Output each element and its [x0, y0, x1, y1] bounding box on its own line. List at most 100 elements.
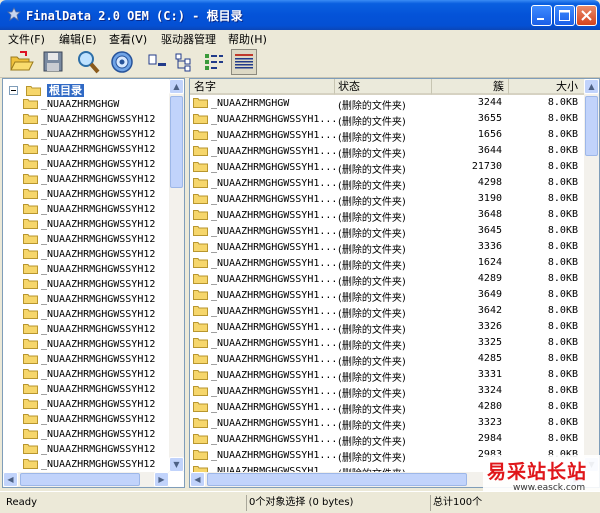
- list-scroll-left-icon[interactable]: ◀: [190, 472, 205, 487]
- save-button[interactable]: [40, 49, 66, 75]
- folder-icon: [23, 144, 38, 154]
- tree-vertical-scrollbar[interactable]: ▲ ▼: [169, 79, 184, 472]
- list-vertical-scrollbar[interactable]: ▲ ▼: [584, 79, 599, 472]
- tree-item[interactable]: _NUAAZHRMGHGWSSYH12: [23, 308, 155, 323]
- menu-help[interactable]: 帮助(H): [228, 31, 267, 47]
- list-row[interactable]: _NUAAZHRMGHGWSSYH1... (删除的文件夹) 3325 8.0KB: [190, 336, 585, 352]
- list-scroll-thumb[interactable]: [585, 96, 598, 156]
- menu-edit[interactable]: 编辑(E): [59, 31, 97, 47]
- scroll-up-icon[interactable]: ▲: [169, 79, 184, 94]
- menu-file[interactable]: 文件(F): [8, 31, 45, 47]
- list-row[interactable]: _NUAAZHRMGHGWSSYH1... (删除的文件夹) 1624 8.0KB: [190, 256, 585, 272]
- tree-item[interactable]: _NUAAZHRMGHGWSSYH12: [23, 443, 155, 458]
- list-row[interactable]: _NUAAZHRMGHGWSSYH1... (删除的文件夹) 1656 8.0KB: [190, 128, 585, 144]
- list-row[interactable]: _NUAAZHRMGHGWSSYH1... (删除的文件夹) 4285 8.0KB: [190, 352, 585, 368]
- collapse-icon[interactable]: [9, 86, 18, 95]
- tree-item[interactable]: _NUAAZHRMGHGWSSYH12: [23, 143, 155, 158]
- tree-view-button[interactable]: [172, 49, 198, 75]
- search-button[interactable]: [75, 49, 101, 75]
- list-row[interactable]: _NUAAZHRMGHGW (删除的文件夹) 3244 8.0KB: [190, 96, 585, 112]
- tree-item[interactable]: _NUAAZHRMGHGWSSYH12: [23, 203, 155, 218]
- tree-item[interactable]: _NUAAZHRMGHGWSSYH12: [23, 458, 155, 473]
- row-name-text: _NUAAZHRMGHGWSSYH1...: [211, 370, 338, 381]
- folder-icon: [23, 219, 38, 229]
- row-status: (删除的文件夹): [338, 357, 406, 368]
- list-row[interactable]: _NUAAZHRMGHGWSSYH1... (删除的文件夹) 4280 8.0KB: [190, 400, 585, 416]
- close-button[interactable]: [576, 5, 597, 26]
- tree-item[interactable]: _NUAAZHRMGHGWSSYH12: [23, 398, 155, 413]
- menu-drive-manager[interactable]: 驱动器管理: [161, 31, 216, 47]
- row-cluster: 3331: [477, 369, 502, 380]
- tree-item[interactable]: _NUAAZHRMGHGWSSYH12: [23, 293, 155, 308]
- minimize-button[interactable]: [531, 5, 552, 26]
- folder-tree-pane[interactable]: 根目录 _NUAAZHRMGHGW _NUAAZHRMGHGWSSYH12 _NUA…: [2, 78, 185, 488]
- list-row[interactable]: _NUAAZHRMGHGWSSYH1... (删除的文件夹) 3649 8.0KB: [190, 288, 585, 304]
- list-row[interactable]: _NUAAZHRMGHGWSSYH1... (删除的文件夹) 3644 8.0KB: [190, 144, 585, 160]
- list-row[interactable]: _NUAAZHRMGHGWSSYH1... (删除的文件夹) 3642 8.0KB: [190, 304, 585, 320]
- list-row[interactable]: _NUAAZHRMGHGWSSYH1... (删除的文件夹) 4289 8.0KB: [190, 272, 585, 288]
- row-name-text: _NUAAZHRMGHGWSSYH1...: [211, 450, 338, 461]
- tree-item[interactable]: _NUAAZHRMGHGWSSYH12: [23, 173, 155, 188]
- list-row[interactable]: _NUAAZHRMGHGWSSYH1... (删除的文件夹) 3190 8.0KB: [190, 192, 585, 208]
- menu-view[interactable]: 查看(V): [109, 31, 147, 47]
- list-row[interactable]: _NUAAZHRMGHGWSSYH1... (删除的文件夹) 4298 8.0KB: [190, 176, 585, 192]
- folder-icon: [193, 290, 208, 300]
- large-icons-view-button[interactable]: [145, 49, 171, 75]
- tree-item[interactable]: _NUAAZHRMGHGWSSYH12: [23, 368, 155, 383]
- column-header-name[interactable]: 名字: [190, 79, 335, 95]
- row-name-text: _NUAAZHRMGHGWSSYH1...: [211, 386, 338, 397]
- list-view-button[interactable]: [201, 49, 227, 75]
- column-header-cluster[interactable]: 簇: [432, 79, 509, 95]
- list-scroll-up-icon[interactable]: ▲: [584, 79, 599, 94]
- tree-item[interactable]: _NUAAZHRMGHGW: [23, 98, 119, 113]
- tree-horizontal-scrollbar[interactable]: ◀ ▶: [3, 472, 169, 487]
- folder-open-icon: [25, 86, 41, 96]
- title-bar[interactable]: FinalData 2.0 OEM (C:) - 根目录: [0, 0, 600, 30]
- settings-button[interactable]: [109, 49, 135, 75]
- file-list-pane[interactable]: 名字 状态 簇 大小 _NUAAZHRMGHGW (删除的文件夹) 3244 8.0K…: [189, 78, 600, 488]
- tree-item[interactable]: _NUAAZHRMGHGWSSYH12: [23, 383, 155, 398]
- tree-item[interactable]: _NUAAZHRMGHGWSSYH12: [23, 158, 155, 173]
- list-row[interactable]: _NUAAZHRMGHGWSSYH1... (删除的文件夹) 21730 8.0KB: [190, 160, 585, 176]
- list-row[interactable]: _NUAAZHRMGHGWSSYH1... (删除的文件夹) 3324 8.0KB: [190, 384, 585, 400]
- tree-item[interactable]: _NUAAZHRMGHGWSSYH12: [23, 218, 155, 233]
- list-row[interactable]: _NUAAZHRMGHGWSSYH1... (删除的文件夹) 3326 8.0KB: [190, 320, 585, 336]
- row-size: 8.0KB: [547, 305, 578, 316]
- hscroll-thumb[interactable]: [20, 473, 140, 486]
- scroll-thumb[interactable]: [170, 96, 183, 188]
- tree-item[interactable]: _NUAAZHRMGHGWSSYH12: [23, 323, 155, 338]
- tree-item[interactable]: _NUAAZHRMGHGWSSYH12: [23, 233, 155, 248]
- folder-icon: [193, 386, 208, 396]
- scroll-down-icon[interactable]: ▼: [169, 457, 184, 472]
- list-row[interactable]: _NUAAZHRMGHGWSSYH1... (删除的文件夹) 3655 8.0KB: [190, 112, 585, 128]
- tree-item[interactable]: _NUAAZHRMGHGWSSYH12: [23, 338, 155, 353]
- row-name-text: _NUAAZHRMGHGWSSYH1...: [211, 306, 338, 317]
- row-name: _NUAAZHRMGHGWSSYH1...: [193, 129, 337, 141]
- column-header-size[interactable]: 大小: [509, 79, 585, 95]
- maximize-button[interactable]: [554, 5, 575, 26]
- list-row[interactable]: _NUAAZHRMGHGWSSYH1... (删除的文件夹) 3331 8.0KB: [190, 368, 585, 384]
- tree-item[interactable]: _NUAAZHRMGHGWSSYH12: [23, 353, 155, 368]
- column-header-status[interactable]: 状态: [335, 79, 432, 95]
- tree-item[interactable]: _NUAAZHRMGHGWSSYH12: [23, 128, 155, 143]
- tree-item[interactable]: _NUAAZHRMGHGWSSYH12: [23, 248, 155, 263]
- scroll-left-icon[interactable]: ◀: [3, 472, 18, 487]
- tree-item[interactable]: _NUAAZHRMGHGWSSYH12: [23, 413, 155, 428]
- tree-item[interactable]: _NUAAZHRMGHGWSSYH12: [23, 428, 155, 443]
- tree-item[interactable]: _NUAAZHRMGHGWSSYH12: [23, 188, 155, 203]
- list-row[interactable]: _NUAAZHRMGHGWSSYH1... (删除的文件夹) 3645 8.0KB: [190, 224, 585, 240]
- tree-root[interactable]: 根目录: [9, 82, 84, 97]
- folder-icon: [23, 309, 38, 319]
- tree-root-label[interactable]: 根目录: [47, 84, 84, 97]
- list-row[interactable]: _NUAAZHRMGHGWSSYH1... (删除的文件夹) 3336 8.0KB: [190, 240, 585, 256]
- list-row[interactable]: _NUAAZHRMGHGWSSYH1... (删除的文件夹) 2984 8.0KB: [190, 432, 585, 448]
- tree-item[interactable]: _NUAAZHRMGHGWSSYH12: [23, 263, 155, 278]
- list-row[interactable]: _NUAAZHRMGHGWSSYH1... (删除的文件夹) 3323 8.0KB: [190, 416, 585, 432]
- open-button[interactable]: [8, 49, 34, 75]
- list-row[interactable]: _NUAAZHRMGHGWSSYH1... (删除的文件夹) 3648 8.0KB: [190, 208, 585, 224]
- scroll-right-icon[interactable]: ▶: [154, 472, 169, 487]
- list-hscroll-thumb[interactable]: [207, 473, 467, 486]
- tree-item[interactable]: _NUAAZHRMGHGWSSYH12: [23, 113, 155, 128]
- tree-item[interactable]: _NUAAZHRMGHGWSSYH12: [23, 278, 155, 293]
- details-view-button[interactable]: [231, 49, 257, 75]
